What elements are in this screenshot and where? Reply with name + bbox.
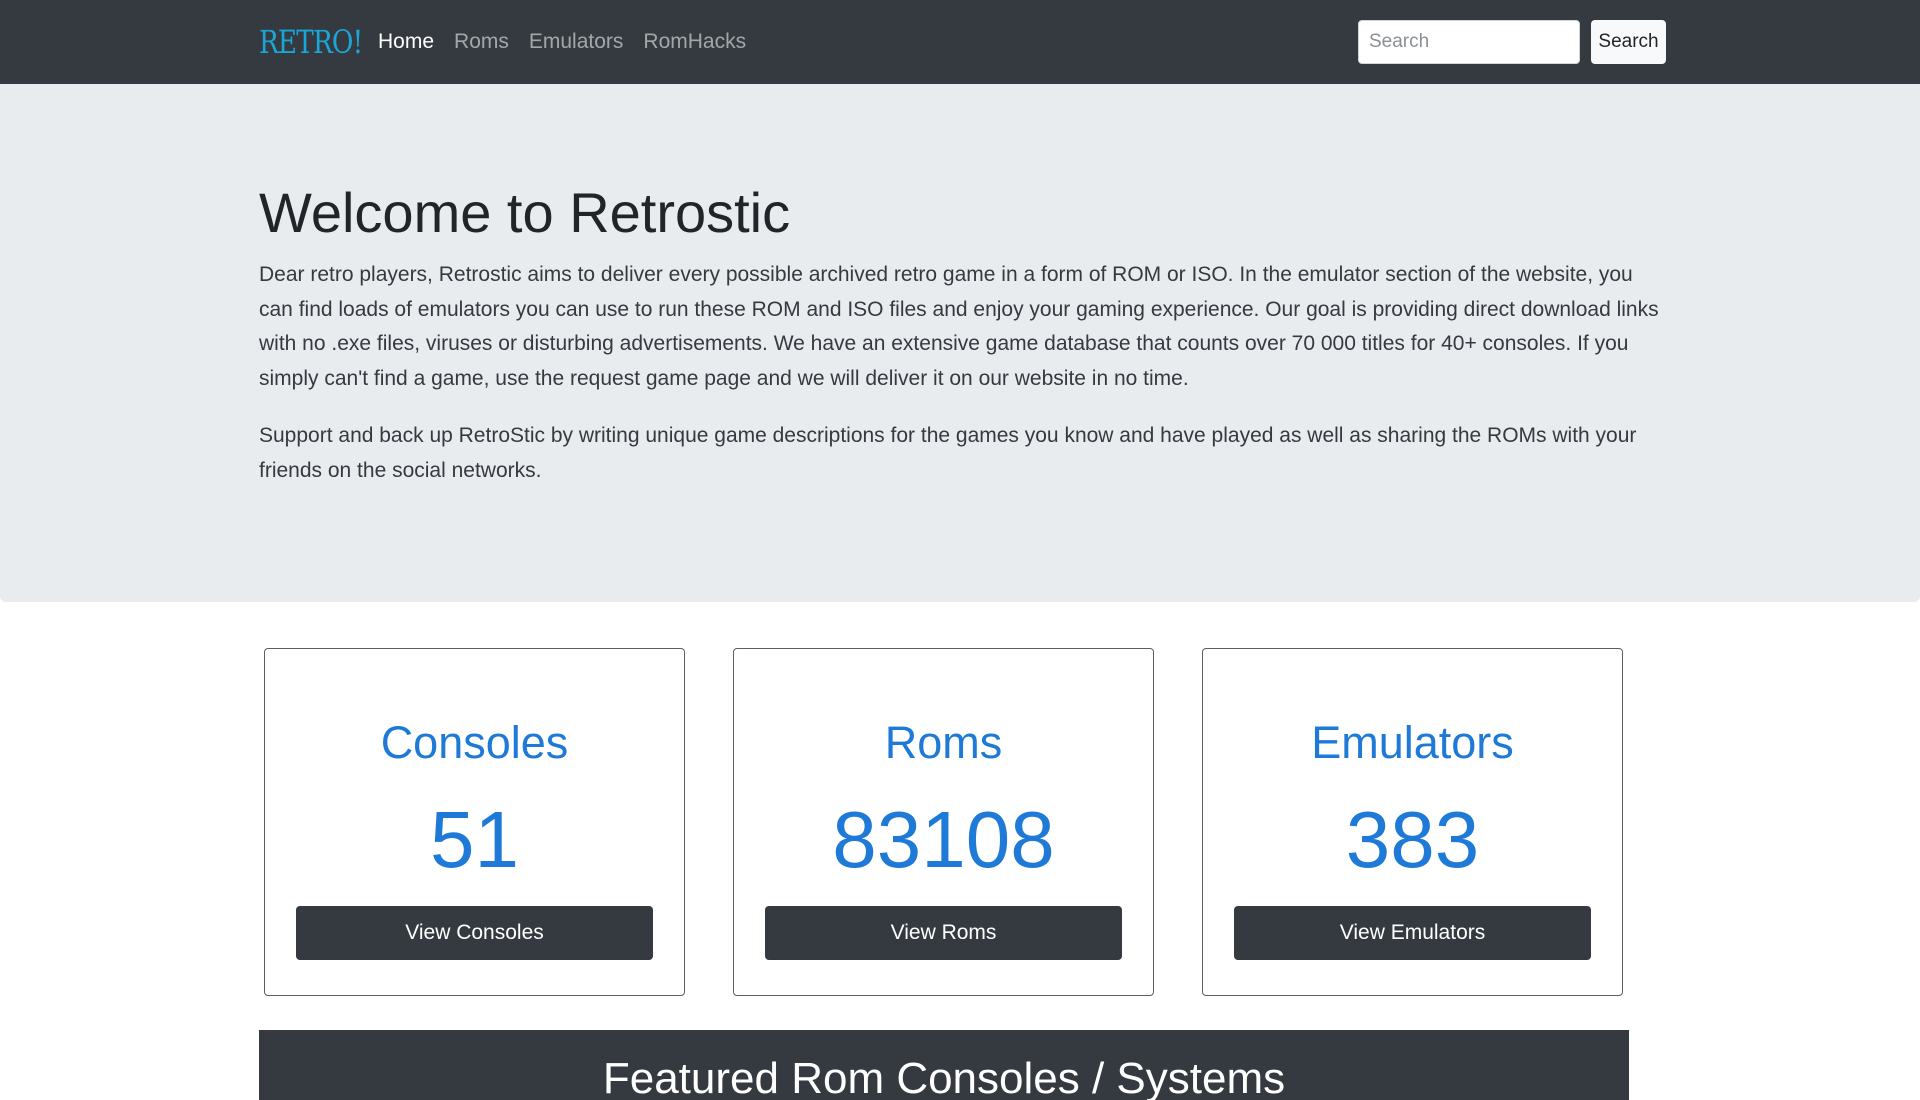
intro-paragraph: Dear retro players, Retrostic aims to de… bbox=[259, 263, 1659, 390]
main-nav: Home Roms Emulators RomHacks bbox=[378, 22, 746, 62]
brand-logo[interactable]: RETRO! bbox=[259, 20, 363, 64]
search-input[interactable] bbox=[1358, 20, 1580, 64]
roms-card: Roms 83108 View Roms bbox=[733, 648, 1154, 996]
top-navbar: RETRO! Home Roms Emulators RomHacks Sear… bbox=[0, 0, 1920, 84]
featured-consoles-header: Featured Rom Consoles / Systems bbox=[259, 1030, 1629, 1100]
card-title: Roms bbox=[884, 717, 1003, 768]
nav-link-roms[interactable]: Roms bbox=[454, 22, 509, 62]
emulators-card: Emulators 383 View Emulators bbox=[1202, 648, 1623, 996]
view-emulators-button[interactable]: View Emulators bbox=[1234, 906, 1591, 960]
card-count: 383 bbox=[1345, 795, 1480, 884]
view-consoles-button[interactable]: View Consoles bbox=[296, 906, 653, 960]
nav-link-emulators[interactable]: Emulators bbox=[529, 22, 624, 62]
consoles-card: Consoles 51 View Consoles bbox=[264, 648, 685, 996]
page-title: Welcome to Retrostic bbox=[259, 181, 791, 244]
featured-title: Featured Rom Consoles / Systems bbox=[602, 1054, 1286, 1100]
support-paragraph: Support and back up RetroStic by writing… bbox=[259, 424, 1637, 482]
nav-link-home[interactable]: Home bbox=[378, 22, 434, 62]
search-button[interactable]: Search bbox=[1591, 20, 1666, 64]
card-count: 51 bbox=[430, 795, 519, 884]
view-roms-button[interactable]: View Roms bbox=[765, 906, 1122, 960]
card-title: Consoles bbox=[380, 717, 569, 768]
card-title: Emulators bbox=[1311, 717, 1514, 768]
card-count: 83108 bbox=[832, 795, 1055, 884]
nav-link-romhacks[interactable]: RomHacks bbox=[643, 22, 746, 62]
